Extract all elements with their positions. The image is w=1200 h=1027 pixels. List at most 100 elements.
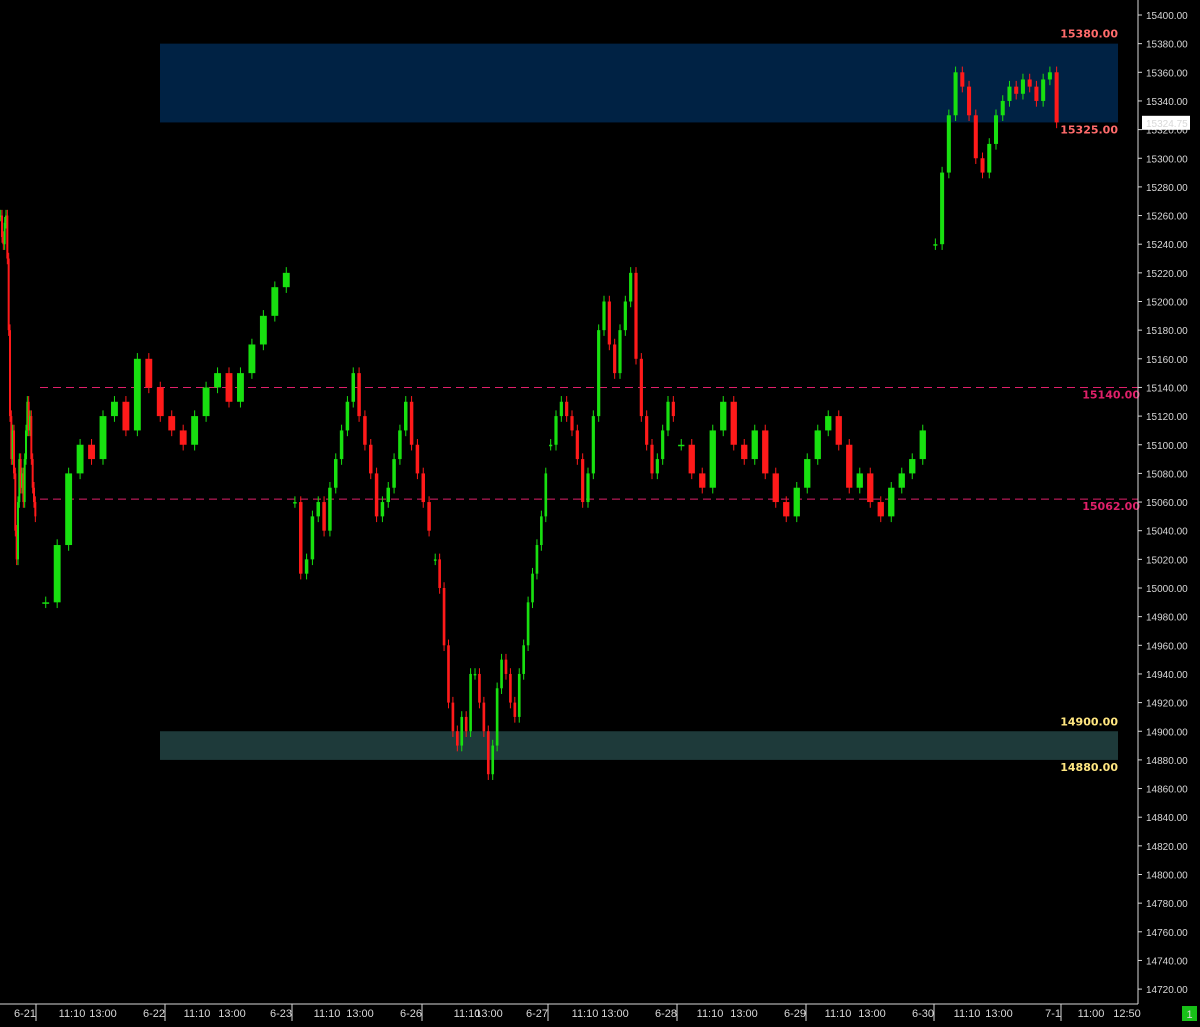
level-line-label: 15140.00 (1082, 388, 1140, 401)
candle-body (522, 645, 525, 674)
candle-body (544, 473, 548, 517)
candle-body (559, 401, 563, 417)
candle-body (31, 459, 34, 488)
candle-body (898, 473, 905, 488)
candle-body (940, 172, 945, 245)
candle-body (661, 430, 665, 460)
candle-body (699, 473, 706, 488)
candle-body (111, 401, 118, 417)
y-tick-label: 15200.00 (1146, 298, 1188, 309)
candle-body (486, 731, 490, 775)
x-date-label: 6-28 (655, 1008, 677, 1020)
candle-body (953, 72, 958, 116)
candle-body (554, 416, 558, 445)
candle-body (122, 401, 130, 431)
chart-canvas[interactable]: 15380.00 15325.00 14900.00 14880.00 15140.00… (0, 0, 1200, 1022)
candle-body (639, 358, 643, 417)
candle-body (671, 401, 675, 417)
candle-body (623, 301, 627, 331)
zone-bottom-label: 14880.00 (1060, 761, 1118, 774)
candle-body (793, 487, 800, 517)
y-tick-label: 14900.00 (1146, 727, 1188, 738)
candle-body (1041, 79, 1046, 101)
candle-body (814, 430, 821, 460)
y-tick-label: 15260.00 (1146, 212, 1188, 223)
candle-body (973, 115, 978, 159)
candle-body (447, 645, 450, 703)
candle-body (751, 430, 758, 460)
x-time-label: 13:00 (218, 1008, 246, 1020)
candle-body (473, 673, 477, 676)
y-tick-label: 15000.00 (1146, 584, 1188, 595)
x-date-label: 6-27 (526, 1008, 548, 1020)
y-tick-label: 15060.00 (1146, 498, 1188, 509)
candle-body (846, 444, 853, 488)
x-time-label: 11:10 (825, 1008, 852, 1020)
candle-body (987, 143, 992, 173)
candle-body (888, 487, 895, 517)
candle-body (666, 401, 670, 431)
last-price-label: 15324.75 (1146, 119, 1188, 130)
x-time-label: 13:00 (346, 1008, 374, 1020)
candle-body (500, 659, 503, 689)
price-zone-1 (160, 43, 1118, 123)
candle-body (960, 72, 965, 87)
y-tick-label: 15080.00 (1146, 469, 1188, 480)
candle-body (271, 287, 279, 316)
candle-body (730, 401, 737, 445)
candle-body (526, 602, 530, 646)
candle-body (482, 702, 486, 732)
y-tick-label: 14920.00 (1146, 699, 1188, 710)
candle-body (565, 401, 569, 417)
candle-body (310, 516, 315, 560)
candle-body (618, 330, 622, 374)
candle-body (909, 459, 916, 474)
candle-body (76, 444, 84, 474)
y-tick-label: 15280.00 (1146, 183, 1188, 194)
candle-body (688, 444, 695, 474)
candle-body (133, 358, 141, 431)
x-date-label: 6-29 (784, 1008, 806, 1020)
candle-body (602, 301, 606, 331)
candle-body (328, 487, 332, 531)
corner-badge-label: 1 (1186, 1009, 1192, 1021)
x-date-label: 6-26 (400, 1008, 422, 1020)
candle-body (531, 573, 534, 603)
candle-body (1014, 86, 1019, 94)
candle-body (946, 115, 951, 173)
candle-body (762, 430, 769, 474)
candle-body (33, 487, 35, 503)
x-time-label: 13:00 (858, 1008, 886, 1020)
candle-body (282, 272, 290, 288)
price-chart[interactable]: 15380.00 15325.00 14900.00 14880.00 15140.00… (0, 0, 1200, 1022)
candle-body (825, 416, 832, 431)
candle-body (607, 301, 611, 345)
candle-body (25, 430, 27, 460)
zone-top-label: 14900.00 (1060, 715, 1118, 728)
candle-body (720, 401, 727, 431)
candle-body (322, 502, 326, 531)
candle-body (867, 473, 874, 503)
candle-body (156, 387, 164, 417)
candle-body (374, 473, 379, 517)
y-tick-label: 15380.00 (1146, 40, 1188, 51)
candle-body (1027, 79, 1032, 87)
candle-body (877, 502, 884, 517)
y-tick-label: 14740.00 (1146, 956, 1188, 967)
candle-body (933, 244, 938, 246)
y-tick-label: 14940.00 (1146, 670, 1188, 681)
candle-body (495, 688, 499, 746)
candle-body (202, 387, 210, 417)
x-date-label: 6-22 (143, 1008, 165, 1020)
candle-body (88, 444, 95, 460)
candle-body (214, 373, 221, 388)
y-tick-label: 15020.00 (1146, 555, 1188, 566)
candle-body (451, 702, 455, 732)
candle-body (772, 473, 779, 503)
candle-body (6, 215, 9, 259)
candle-body (415, 444, 420, 474)
y-tick-label: 14840.00 (1146, 813, 1188, 824)
candle-body (9, 330, 11, 417)
candle-body (535, 545, 539, 574)
x-time-label: 11:10 (184, 1008, 211, 1020)
